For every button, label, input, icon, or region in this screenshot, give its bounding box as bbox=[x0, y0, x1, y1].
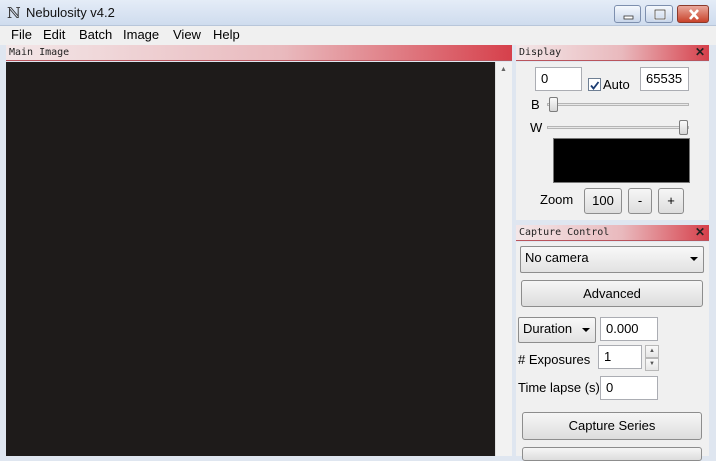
capture-panel-header: Capture Control ✕ bbox=[516, 225, 709, 241]
timelapse-field[interactable]: 0 bbox=[600, 376, 658, 400]
menu-bar: File Edit Batch Image View Help bbox=[0, 26, 716, 45]
nebulosity-n-icon: ℕ bbox=[7, 4, 21, 22]
maximize-button[interactable] bbox=[645, 5, 673, 23]
capture-panel-title: Capture Control bbox=[519, 227, 610, 238]
exposures-label: # Exposures bbox=[518, 352, 591, 367]
menu-file[interactable]: File bbox=[11, 27, 32, 42]
b-slider-track[interactable] bbox=[547, 103, 689, 106]
window-title: Nebulosity v4.2 bbox=[26, 5, 115, 20]
main-image-title: Main Image bbox=[9, 47, 70, 58]
scroll-up-icon[interactable]: ▲ bbox=[500, 66, 507, 73]
display-panel-header: Display ✕ bbox=[516, 45, 709, 61]
camera-select[interactable]: No camera bbox=[520, 246, 704, 273]
menu-view[interactable]: View bbox=[173, 27, 201, 42]
main-image-scrollbar[interactable]: ▲ bbox=[495, 62, 512, 456]
chevron-down-icon bbox=[690, 257, 698, 261]
close-icon bbox=[689, 9, 699, 20]
minimize-icon bbox=[623, 15, 634, 20]
white-level-field[interactable]: 65535 bbox=[640, 67, 689, 91]
capture-close-icon[interactable]: ✕ bbox=[695, 226, 705, 239]
b-slider-label: B bbox=[531, 97, 540, 112]
zoom-value-button[interactable]: 100 bbox=[584, 188, 622, 214]
w-slider-track[interactable] bbox=[547, 126, 689, 129]
menu-image[interactable]: Image bbox=[123, 27, 159, 42]
menu-help[interactable]: Help bbox=[213, 27, 240, 42]
close-button[interactable] bbox=[677, 5, 709, 23]
duration-select-value: Duration bbox=[523, 321, 573, 336]
title-bar: ℕ Nebulosity v4.2 bbox=[0, 0, 716, 26]
main-image-header: Main Image bbox=[6, 45, 512, 61]
auto-label: Auto bbox=[603, 77, 630, 92]
spin-down-icon[interactable]: ▼ bbox=[645, 358, 659, 371]
exposures-spinner[interactable]: ▲ ▼ bbox=[645, 345, 659, 372]
minimize-button[interactable] bbox=[614, 5, 641, 23]
duration-select[interactable]: Duration bbox=[518, 317, 596, 343]
display-close-icon[interactable]: ✕ bbox=[695, 46, 705, 59]
menu-batch[interactable]: Batch bbox=[79, 27, 112, 42]
auto-checkbox[interactable] bbox=[588, 78, 601, 91]
zoom-out-button[interactable]: - bbox=[628, 188, 652, 214]
zoom-in-button[interactable]: + bbox=[658, 188, 684, 214]
b-slider-thumb[interactable] bbox=[549, 97, 558, 112]
capture-series-button[interactable]: Capture Series bbox=[522, 412, 702, 440]
main-image-canvas[interactable] bbox=[6, 62, 495, 456]
maximize-icon bbox=[653, 8, 667, 21]
chevron-down-icon bbox=[582, 328, 590, 332]
duration-field[interactable]: 0.000 bbox=[600, 317, 658, 341]
camera-select-value: No camera bbox=[525, 250, 589, 265]
histogram-preview bbox=[553, 138, 690, 183]
advanced-button[interactable]: Advanced bbox=[521, 280, 703, 307]
timelapse-label: Time lapse (s) bbox=[518, 380, 600, 395]
zoom-label: Zoom bbox=[540, 192, 574, 207]
w-slider-label: W bbox=[530, 120, 543, 135]
black-level-field[interactable]: 0 bbox=[535, 67, 582, 91]
checkmark-icon bbox=[590, 81, 600, 90]
w-slider-thumb[interactable] bbox=[679, 120, 688, 135]
display-panel-title: Display bbox=[519, 47, 562, 58]
preview-button-partial[interactable] bbox=[522, 447, 702, 461]
menu-edit[interactable]: Edit bbox=[43, 27, 65, 42]
exposures-field[interactable]: 1 bbox=[598, 345, 642, 369]
spin-up-icon[interactable]: ▲ bbox=[645, 345, 659, 358]
display-panel: 0 Auto 65535 B W Zoom 100 - + bbox=[516, 62, 709, 220]
capture-panel: No camera Advanced Duration 0.000 # Expo… bbox=[516, 242, 709, 461]
